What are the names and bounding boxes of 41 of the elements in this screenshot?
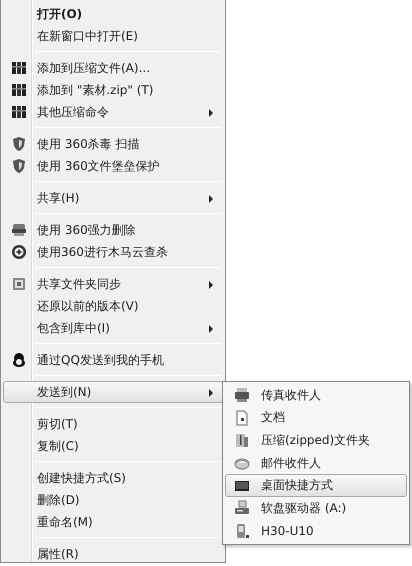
menu-item[interactable]: 复制(C) [3,435,223,457]
menu-item[interactable]: 传真收件人 [225,384,407,407]
menu-item[interactable]: 共享(H) [3,187,223,209]
menu-item[interactable]: 共享文件夹同步 [3,273,223,295]
menu-item[interactable]: 添加到压缩文件(A)... [3,57,223,79]
menu-item[interactable]: 邮件收件人 [225,452,407,474]
menu-item[interactable]: 其他压缩命令 [3,101,223,123]
menu-item[interactable]: 包含到库中(I) [3,317,223,339]
printer-icon [11,222,27,238]
menu-item[interactable]: 重命名(M) [3,511,223,533]
books-icon [11,82,27,98]
menu-item[interactable]: 在新窗口中打开(E) [3,25,223,47]
menu-item[interactable]: 桌面快捷方式 [225,474,407,497]
menu-item[interactable]: 属性(R) [3,543,223,565]
menu-item[interactable]: 创建快捷方式(S) [3,467,223,489]
menu-item[interactable]: 使用360进行木马云查杀 [3,241,223,263]
floppy-drive-icon [234,500,250,516]
printer-icon [234,387,250,404]
shield-icon [11,158,27,174]
menu-item[interactable]: 剪切(T) [3,413,223,435]
plus-circle-icon [11,244,27,260]
menu-item[interactable]: 使用 360强力删除 [3,219,223,241]
menu-item[interactable]: 发送到(N) [3,381,223,403]
folder-icon [234,432,250,448]
square-icon [11,276,27,292]
menu-item[interactable]: H30-U10 [225,520,407,542]
document-icon [234,410,250,426]
menu-item[interactable]: 打开(O) [3,3,223,25]
books-icon [11,104,27,120]
menu-item[interactable]: 使用 360杀毒 扫描 [3,133,223,155]
menu-item[interactable]: 通过QQ发送到我的手机 [3,349,223,371]
phone-icon [234,522,250,539]
menu-item[interactable]: 软盘驱动器 (A:) [225,496,407,520]
menu-item[interactable]: 添加到 "素材.zip" (T) [3,79,223,101]
books-icon [11,60,27,76]
menu-item[interactable]: 使用 360文件堡垒保护 [3,155,223,177]
menu-item[interactable]: 删除(D) [3,489,223,511]
shield-icon [11,136,27,152]
menu-item[interactable]: 文档 [225,406,407,430]
menu-item[interactable]: 压缩(zipped)文件夹 [225,429,407,452]
menu-item[interactable]: 还原以前的版本(V) [3,295,223,317]
